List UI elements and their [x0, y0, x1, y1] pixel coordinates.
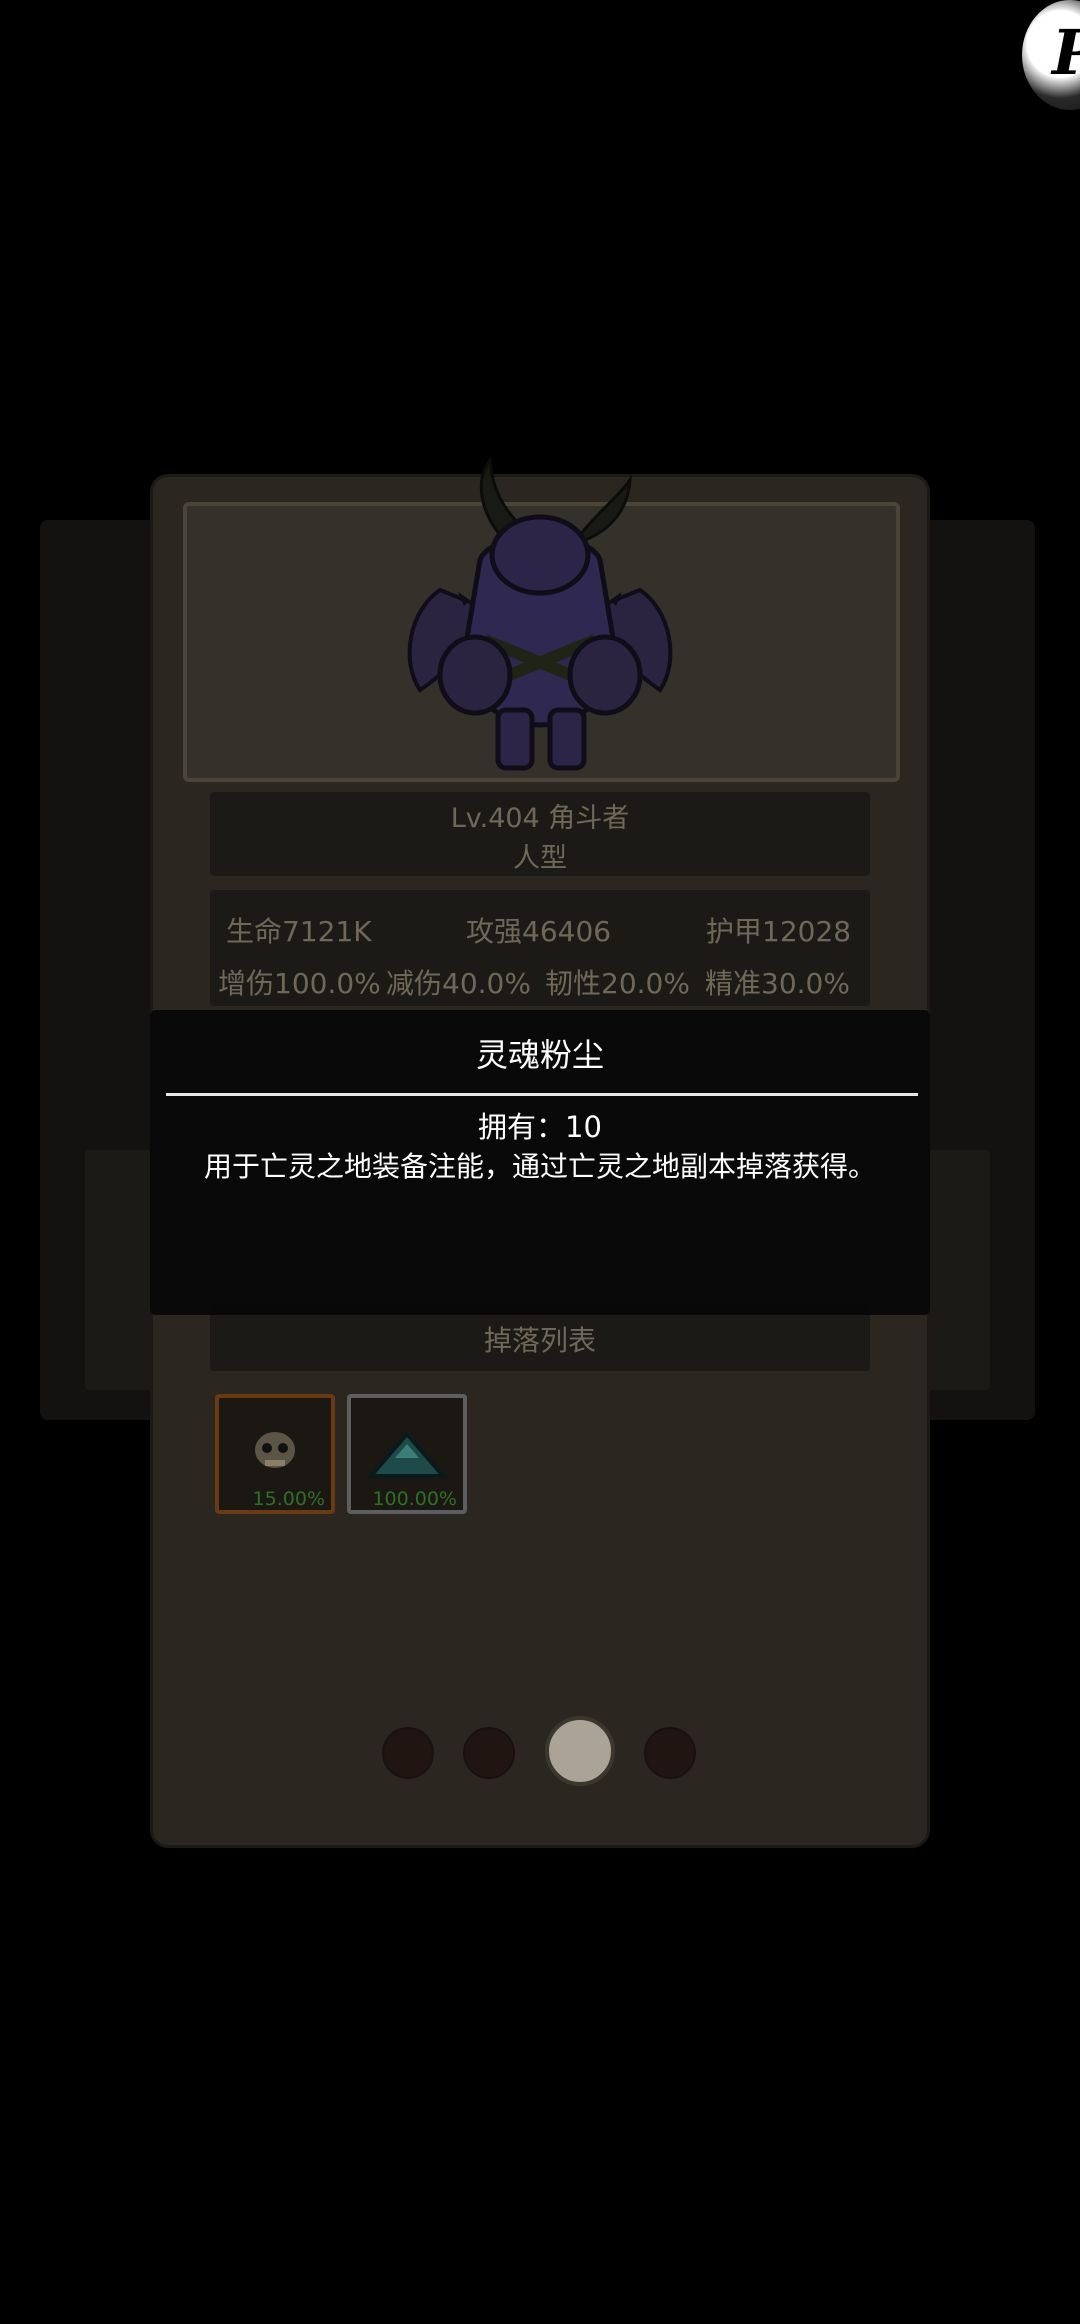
monster-level-name: Lv.404 角斗者 [450, 803, 630, 834]
pager-dot[interactable] [644, 1727, 696, 1779]
owned-label: 拥有： [478, 1110, 566, 1144]
drop-item-slot[interactable]: 100.00% [347, 1394, 467, 1514]
stat-armor: 护甲12028 [706, 915, 852, 948]
monster-type: 人型 [513, 843, 567, 874]
owned-count: 10 [565, 1110, 602, 1144]
tooltip-title: 灵魂粉尘 [475, 1036, 604, 1074]
pager-dot[interactable] [382, 1727, 434, 1779]
stat-damage-increase: 增伤100.0% [218, 967, 381, 1000]
pager-dot-active[interactable] [545, 1716, 615, 1786]
gladiator-monster-icon [407, 455, 673, 771]
stat-attack: 攻强46406 [466, 915, 612, 948]
tooltip-owned: 拥有：10 [150, 1104, 930, 1146]
monster-portrait [380, 440, 700, 790]
stat-hp: 生命7121K [226, 915, 372, 948]
p-logo-icon: P [1052, 22, 1080, 84]
stat-toughness: 韧性20.0% [545, 967, 690, 1000]
drop-rate-text: 100.00% [372, 1488, 457, 1510]
drop-rate-text: 15.00% [252, 1488, 325, 1510]
floating-helper-button[interactable]: P [1022, 0, 1080, 110]
tooltip-divider [166, 1093, 918, 1096]
tooltip-description: 用于亡灵之地装备注能，通过亡灵之地副本掉落获得。 [203, 1150, 876, 1183]
stat-accuracy: 精准30.0% [705, 967, 850, 1000]
stat-damage-reduction: 减伤40.0% [386, 967, 531, 1000]
pager-dot[interactable] [463, 1727, 515, 1779]
drop-list-label: 掉落列表 [483, 1324, 596, 1357]
drop-item-slot[interactable]: 15.00% [215, 1394, 335, 1514]
